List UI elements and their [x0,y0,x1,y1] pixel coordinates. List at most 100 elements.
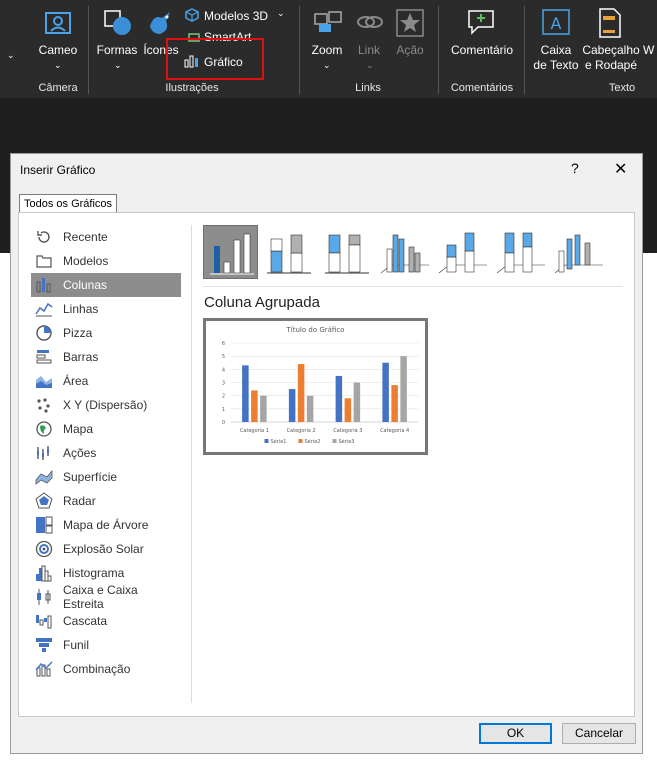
3d-column-icon[interactable] [551,225,606,279]
comment-button[interactable]: Comentário [446,43,518,58]
chart-category-item[interactable]: Ações [31,441,181,465]
chart-category-item[interactable]: Modelos [31,249,181,273]
link-button[interactable]: Link [350,43,388,58]
chart-category-label: Pizza [63,326,93,340]
help-button[interactable]: ? [571,160,579,176]
chart-category-item[interactable]: Recente [31,225,181,249]
comments-group-label: Comentários [450,82,514,94]
chart-category-item[interactable]: Mapa [31,417,181,441]
chart-category-item[interactable]: Cascata [31,609,181,633]
chart-category-label: Modelos [63,254,109,268]
ribbon-separator [88,6,89,94]
link-dropdown-icon[interactable]: ⌄ [366,60,374,71]
treemap-chart-icon [35,516,53,534]
chart-category-label: Mapa [63,422,94,436]
subtype-name: Coluna Agrupada [204,294,320,311]
surface-chart-icon [35,468,53,486]
chart-category-item[interactable]: X Y (Dispersão) [31,393,181,417]
y-tick-label: 4 [222,367,225,373]
3d-clustered-column-icon[interactable] [377,225,432,279]
text-group-label: Texto [608,82,636,94]
comment-icon [466,8,496,39]
camera-dropdown-icon[interactable]: ⌄ [54,60,62,71]
chart-category-label: Funil [63,638,90,652]
chart-category-item[interactable]: Superfície [31,465,181,489]
chart-category-item[interactable]: Caixa e Caixa Estreita [31,583,181,611]
bar [260,395,267,422]
100-stacked-column-icon[interactable] [319,225,374,279]
camera-group-label: Câmera [38,82,78,94]
shapes-button[interactable]: Formas [94,43,140,58]
chart-category-item[interactable]: Mapa de Árvore [31,513,181,537]
camera-button[interactable]: Cameo [36,43,80,58]
cancel-button[interactable]: Cancelar [562,723,636,744]
legend-label: Série3 [339,438,355,445]
chart-category-label: Recente [63,230,108,244]
bar [297,364,305,422]
legend-swatch [298,439,303,443]
header-footer-button[interactable]: Cabeçalho e Rodapé [580,43,642,73]
bar [288,389,296,422]
stacked-column-icon[interactable] [261,225,316,279]
y-tick-label: 0 [222,420,225,426]
column-chart-icon [35,276,53,294]
tab-all-charts[interactable]: Todos os Gráficos [19,194,118,212]
zoom-dropdown-icon[interactable]: ⌄ [323,60,331,71]
stock-chart-icon [35,444,53,462]
chart-preview[interactable]: Título do Gráfico 0 1 2 3 4 5 6 Categoria 1 Categ… [203,318,428,455]
insert-chart-dialog: Inserir Gráfico ? ✕ Todos os Gráficos Re… [10,153,643,754]
dialog-title: Inserir Gráfico [20,163,96,177]
chart-category-item[interactable]: Histograma [31,561,181,585]
ribbon-separator [524,6,525,94]
funnel-chart-icon [35,636,53,654]
models3d-dropdown-icon[interactable]: ⌄ [277,8,285,19]
3d-100-stacked-column-icon[interactable] [493,225,548,279]
chart-category-item[interactable]: Explosão Solar [31,537,181,561]
legend-swatch [332,439,337,443]
divider [191,225,192,703]
chart-category-label: Radar [63,494,96,508]
chart-category-item[interactable]: Área [31,369,181,393]
clustered-column-icon[interactable] [203,225,258,279]
textbox-button[interactable]: Caixa de Texto [532,43,580,73]
scatter-chart-icon [35,396,53,414]
chart-category-label: Explosão Solar [63,542,144,556]
header-footer-label-line2: e Rodapé [584,58,638,72]
zoom-button[interactable]: Zoom [306,43,348,58]
models3d-button[interactable]: Modelos 3D [204,9,268,24]
wordart-button[interactable]: W [643,43,657,58]
map-chart-icon [35,420,53,438]
chart-category-item[interactable]: Radar [31,489,181,513]
ribbon: ⌄ Cameo ⌄ Câmera Formas ⌄ Ícones Modelos… [0,0,657,98]
shapes-icon [103,8,133,41]
chart-category-item[interactable]: Barras [31,345,181,369]
illustrations-group-label: Ilustrações [165,82,219,94]
bar [344,398,352,422]
3d-stacked-column-icon[interactable] [435,225,490,279]
line-chart-icon [35,300,53,318]
combo-chart-icon [35,660,53,678]
pie-chart-icon [35,324,53,342]
bar [382,362,389,422]
chart-category-item[interactable]: Combinação [31,657,181,681]
chart-category-item[interactable]: Colunas [31,273,181,297]
bar [251,390,258,422]
chart-category-label: Barras [63,350,99,364]
x-tick-label: Categoria 4 [380,428,409,434]
waterfall-chart-icon [35,612,53,630]
divider [203,286,623,287]
close-icon[interactable]: ✕ [614,159,627,179]
textbox-label-line1: Caixa [540,43,572,57]
bar [306,395,314,422]
chart-category-item[interactable]: Pizza [31,321,181,345]
ok-button[interactable]: OK [479,723,552,744]
legend-label: Série1 [271,438,287,445]
chart-category-item[interactable]: Funil [31,633,181,657]
action-button[interactable]: Ação [392,43,428,58]
y-tick-label: 2 [222,394,225,400]
shapes-dropdown-icon[interactable]: ⌄ [114,60,122,71]
chart-category-item[interactable]: Linhas [31,297,181,321]
chart-category-label: Colunas [63,278,108,292]
ribbon-scroll-left-icon[interactable]: ⌄ [7,50,15,61]
ribbon-separator [299,6,300,94]
